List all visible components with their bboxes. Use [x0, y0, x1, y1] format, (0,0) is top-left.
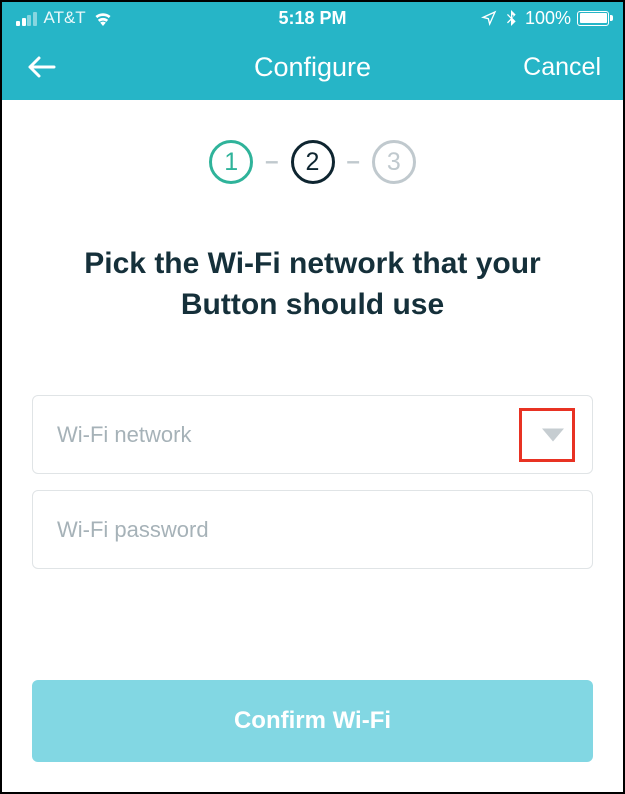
nav-title: Configure	[254, 52, 371, 83]
wifi-icon	[93, 10, 113, 26]
confirm-wifi-button[interactable]: Confirm Wi-Fi	[32, 680, 593, 762]
carrier-label: AT&T	[44, 8, 86, 28]
page-heading: Pick the Wi-Fi network that your Button …	[32, 244, 593, 325]
bluetooth-icon	[503, 10, 519, 26]
step-3: 3	[372, 140, 416, 184]
status-time: 5:18 PM	[278, 8, 346, 29]
location-icon	[481, 10, 497, 26]
step-separator: –	[265, 148, 278, 176]
step-2: 2	[291, 140, 335, 184]
battery-icon	[577, 11, 609, 26]
back-button[interactable]	[24, 49, 60, 85]
cancel-button[interactable]: Cancel	[523, 53, 601, 82]
step-separator: –	[347, 148, 360, 176]
chevron-down-icon	[542, 428, 564, 441]
wifi-network-placeholder: Wi-Fi network	[57, 422, 191, 448]
wifi-password-input[interactable]: Wi-Fi password	[32, 490, 593, 569]
cellular-signal-icon	[16, 11, 37, 26]
stepper: 1 – 2 – 3	[32, 140, 593, 184]
status-left: AT&T	[16, 8, 113, 28]
wifi-password-placeholder: Wi-Fi password	[57, 517, 209, 543]
battery-percent: 100%	[525, 8, 571, 29]
nav-bar: Configure Cancel	[2, 34, 623, 100]
wifi-network-select[interactable]: Wi-Fi network	[32, 395, 593, 474]
status-bar: AT&T 5:18 PM 100%	[2, 2, 623, 34]
main-content: 1 – 2 – 3 Pick the Wi-Fi network that yo…	[2, 100, 623, 615]
status-right: 100%	[481, 8, 609, 29]
step-1: 1	[209, 140, 253, 184]
